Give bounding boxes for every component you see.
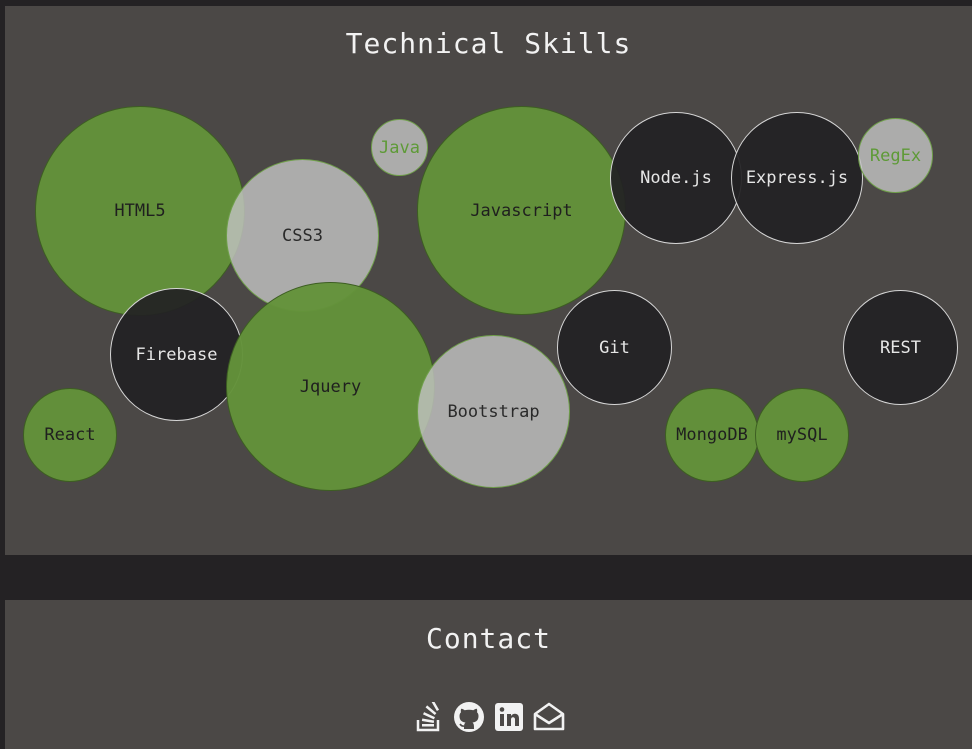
skill-label: MongoDB <box>676 425 748 445</box>
skill-label: Git <box>599 337 630 358</box>
skill-bubble-regex[interactable]: RegEx <box>858 118 933 193</box>
skill-label: Node.js <box>640 168 712 188</box>
section-title: Technical Skills <box>345 27 632 60</box>
stackoverflow-icon[interactable] <box>412 700 446 734</box>
skill-label: Java <box>379 137 420 158</box>
skill-bubble-mongodb[interactable]: MongoDB <box>665 388 759 482</box>
skill-bubble-html5[interactable]: HTML5 <box>35 106 245 316</box>
skill-label: REST <box>880 337 921 358</box>
skill-bubble-react[interactable]: React <box>23 388 117 482</box>
skill-label: Bootstrap <box>447 401 540 422</box>
skill-label: Jquery <box>299 376 362 397</box>
skill-bubble-expressjs[interactable]: Express.js <box>731 112 863 244</box>
skill-label: CSS3 <box>282 225 323 246</box>
skill-label: Firebase <box>135 344 218 365</box>
skill-label: mySQL <box>776 425 828 445</box>
skill-label: Express.js <box>745 168 849 188</box>
contact-icons <box>5 700 972 734</box>
skill-bubble-jquery[interactable]: Jquery <box>226 282 435 491</box>
contact-section: Contact <box>5 600 972 749</box>
skill-bubble-bootstrap[interactable]: Bootstrap <box>417 335 570 488</box>
skill-bubble-java[interactable]: Java <box>371 119 428 176</box>
section-title: Contact <box>425 622 551 655</box>
skill-label: RegEx <box>869 145 922 166</box>
skill-bubble-mysql[interactable]: mySQL <box>755 388 849 482</box>
skill-label: HTML5 <box>114 201 166 221</box>
skill-bubble-javascript[interactable]: Javascript <box>417 106 626 315</box>
portfolio-page: Technical Skills HTML5 CSS3 Java Javascr… <box>0 0 972 749</box>
github-icon[interactable] <box>452 700 486 734</box>
skill-bubble-rest[interactable]: REST <box>843 290 958 405</box>
linkedin-icon[interactable] <box>492 700 526 734</box>
technical-skills-section: Technical Skills HTML5 CSS3 Java Javascr… <box>5 6 972 555</box>
skill-bubble-git[interactable]: Git <box>557 290 672 405</box>
skill-label: Javascript <box>470 200 573 221</box>
envelope-open-icon[interactable] <box>532 700 566 734</box>
skill-bubble-nodejs[interactable]: Node.js <box>610 112 742 244</box>
skill-label: React <box>44 425 96 445</box>
skill-bubble-firebase[interactable]: Firebase <box>110 288 243 421</box>
